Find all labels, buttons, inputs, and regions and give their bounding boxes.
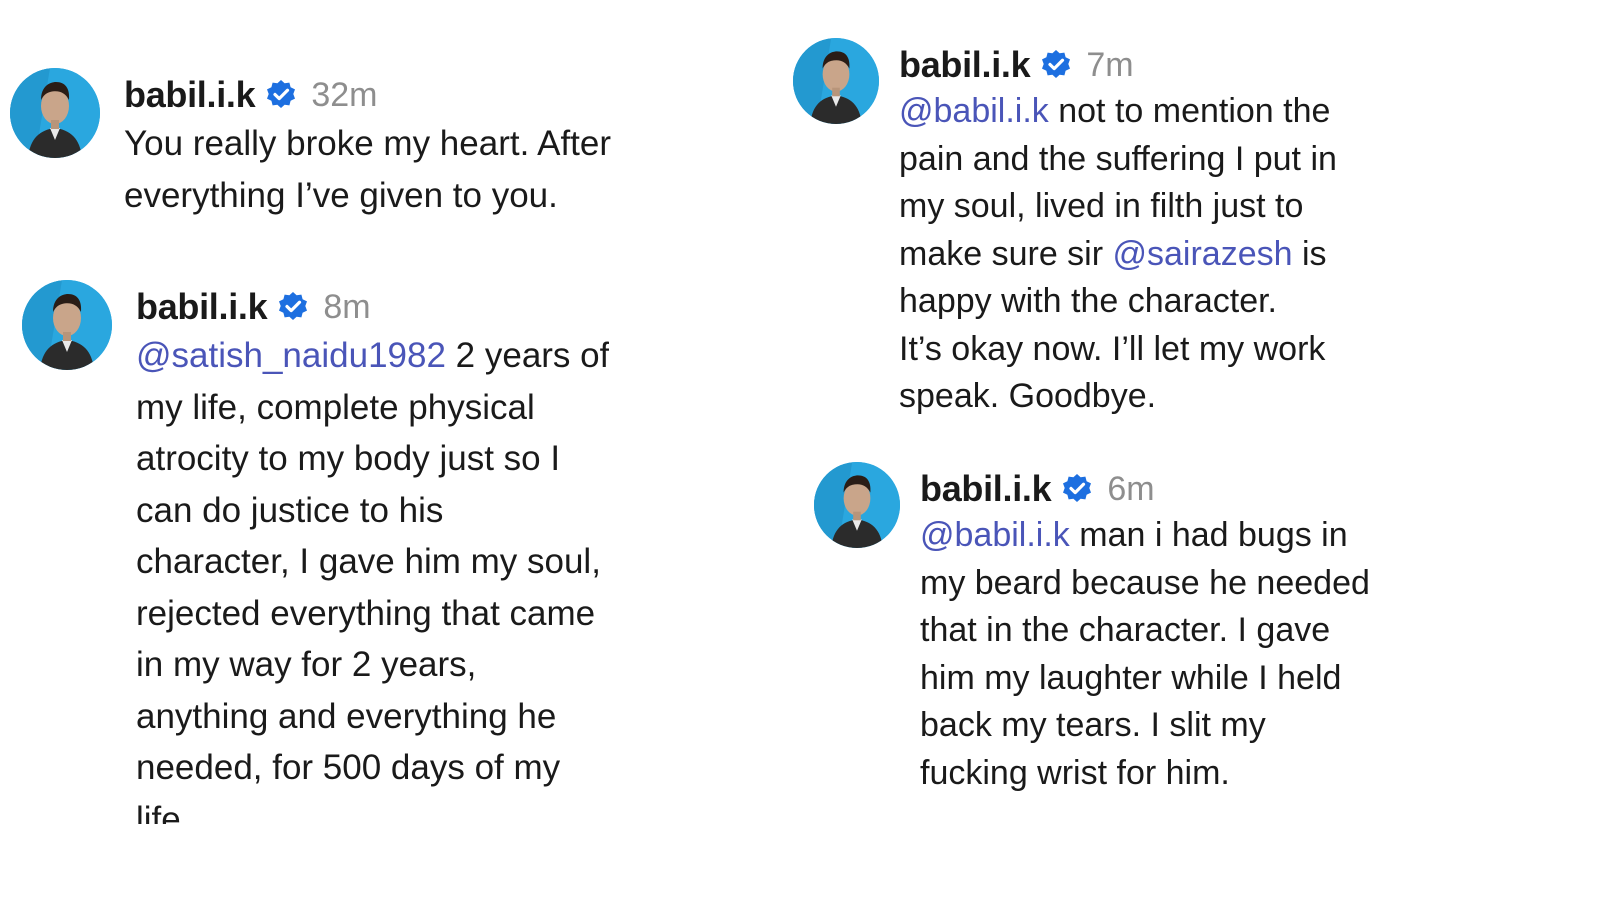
- verified-badge-icon: [277, 291, 309, 323]
- text-line: @satish_naidu1982 2 years of: [136, 336, 610, 375]
- comment-4: babil.i.k 6m @babil.i.k man i had bugs i…: [814, 462, 1370, 797]
- text-line: atrocity to my body just so I: [136, 439, 561, 478]
- timestamp: 7m: [1086, 45, 1134, 84]
- username[interactable]: babil.i.k: [920, 468, 1052, 510]
- text-line: anything and everything he: [136, 696, 557, 736]
- text-line: You really broke my heart. After: [124, 124, 612, 163]
- comment-header: babil.i.k 32m: [124, 72, 611, 118]
- mention-link[interactable]: @babil.i.k: [899, 92, 1049, 130]
- text-line: that in the character. I gave: [920, 611, 1331, 649]
- verified-badge-icon: [1040, 49, 1072, 81]
- text-line: It’s okay now. I’ll let my work: [899, 329, 1326, 368]
- text-line: back my tears. I slit my: [920, 706, 1266, 744]
- text-line: my soul, lived in filth just to: [899, 187, 1304, 225]
- comment-body: babil.i.k 8m @satish_naidu1982 2 years o…: [136, 280, 609, 824]
- mention-link[interactable]: @satish_naidu1982: [136, 336, 446, 375]
- comment-1: babil.i.k 32m You really broke my heart.…: [10, 68, 611, 221]
- text-line: fucking wrist for him.: [920, 753, 1230, 792]
- text-line: speak. Goodbye.: [899, 377, 1157, 415]
- text-line: @babil.i.k man i had bugs in: [920, 516, 1348, 554]
- text-line: @babil.i.k not to mention the: [899, 92, 1331, 130]
- timestamp: 8m: [323, 287, 371, 326]
- profile-photo-icon: [22, 280, 112, 370]
- comment-header: babil.i.k 7m: [899, 42, 1337, 88]
- text-line: rejected everything that came: [136, 593, 596, 633]
- text-line: character, I gave him my soul,: [136, 542, 601, 581]
- avatar[interactable]: [22, 280, 112, 370]
- profile-photo-icon: [793, 38, 879, 124]
- comment-3: babil.i.k 7m @babil.i.k not to mention t…: [793, 38, 1337, 421]
- text-line: my beard because he needed: [920, 563, 1370, 602]
- profile-photo-icon: [814, 462, 900, 548]
- mention-link[interactable]: @babil.i.k: [920, 516, 1070, 554]
- avatar[interactable]: [10, 68, 100, 158]
- mention-link[interactable]: @sairazesh: [1113, 235, 1293, 273]
- avatar[interactable]: [793, 38, 879, 124]
- text-line: happy with the character.: [899, 282, 1278, 320]
- text-line: him my laughter while I held: [920, 658, 1342, 697]
- text-line: everything I’ve given to you.: [124, 175, 558, 215]
- comment-text: @satish_naidu1982 2 years of my life, co…: [136, 330, 609, 824]
- comment-body: babil.i.k 6m @babil.i.k man i had bugs i…: [920, 462, 1370, 797]
- comment-text: @babil.i.k not to mention the pain and t…: [899, 88, 1337, 421]
- comment-text: @babil.i.k man i had bugs in my beard be…: [920, 512, 1370, 797]
- text-line: pain and the suffering I put in: [899, 139, 1337, 178]
- comment-body: babil.i.k 32m You really broke my heart.…: [124, 68, 611, 221]
- text-line: my life, complete physical: [136, 387, 535, 427]
- comment-2: babil.i.k 8m @satish_naidu1982 2 years o…: [22, 280, 609, 824]
- comment-header: babil.i.k 6m: [920, 466, 1370, 512]
- avatar[interactable]: [814, 462, 900, 548]
- text-line: in my way for 2 years,: [136, 645, 477, 684]
- verified-badge-icon: [1061, 473, 1093, 505]
- timestamp: 6m: [1107, 469, 1155, 508]
- comment-header: babil.i.k 8m: [136, 284, 609, 330]
- comment-text: You really broke my heart. After everyth…: [124, 118, 611, 221]
- text-line: can do justice to his: [136, 490, 444, 530]
- verified-badge-icon: [265, 79, 297, 111]
- text-line: make sure sir @sairazesh is: [899, 234, 1327, 273]
- username[interactable]: babil.i.k: [899, 44, 1031, 86]
- profile-photo-icon: [10, 68, 100, 158]
- timestamp: 32m: [311, 75, 378, 114]
- username[interactable]: babil.i.k: [124, 74, 256, 116]
- text-line: needed, for 500 days of my: [136, 748, 561, 787]
- text-line-cut: life.: [136, 799, 191, 825]
- username[interactable]: babil.i.k: [136, 286, 268, 328]
- comment-body: babil.i.k 7m @babil.i.k not to mention t…: [899, 38, 1337, 421]
